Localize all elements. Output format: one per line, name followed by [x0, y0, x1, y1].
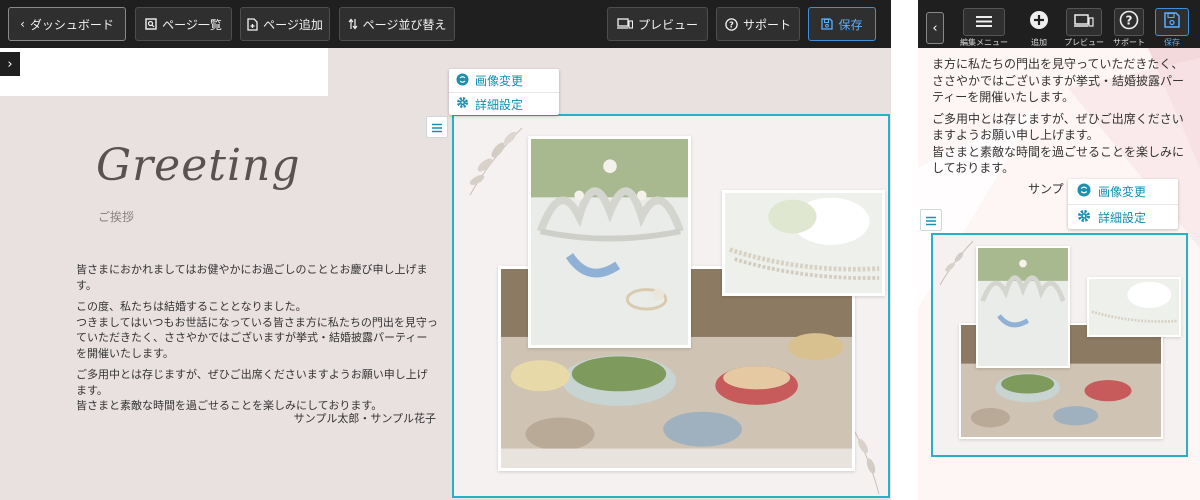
reorder-pages-button[interactable]: ページ並び替え	[339, 7, 455, 41]
page-list-button[interactable]: ページ一覧	[135, 7, 232, 41]
add-page-label: ページ追加	[263, 17, 323, 32]
greeting-signature: サンプル太郎・サンプル花子	[293, 412, 436, 425]
previous-section-edge	[0, 48, 328, 96]
greeting-paragraph: ご多用中とは存じますが、ぜひご出席くださいますようお願い申し上げます。 皆さまと…	[76, 368, 428, 412]
page-search-icon	[145, 18, 157, 30]
change-image-option[interactable]: 画像変更	[449, 69, 559, 92]
svg-text:?: ?	[1126, 14, 1133, 28]
gear-icon	[1077, 209, 1091, 226]
dashboard-button[interactable]: ‹ ダッシュボード	[8, 7, 126, 41]
mobile-edit-menu-button[interactable]	[963, 8, 1005, 36]
swap-image-icon	[456, 73, 469, 89]
greeting-paragraph: この度、私たちは結婚することとなりました。 つきましてはいつもお世話になっている…	[76, 300, 438, 360]
mobile-paragraph: ま方に私たちの門出を見守っていただきたく、ささやかではございますが挙式・結婚披露…	[932, 57, 1185, 104]
greeting-subtitle: ご挨拶	[98, 210, 135, 224]
gear-icon	[456, 96, 469, 112]
greeting-title: Greeting	[96, 140, 301, 191]
chevron-left-icon: ‹	[20, 17, 25, 31]
mobile-detail-settings-option[interactable]: 詳細設定	[1068, 204, 1178, 229]
mobile-greeting-body[interactable]: ま方に私たちの門出を見守っていただきたく、ささやかではございますが挙式・結婚披露…	[932, 56, 1190, 182]
support-button[interactable]: ? サポート	[716, 7, 800, 41]
mobile-preview-button[interactable]	[1066, 8, 1102, 36]
mobile-block-menu-button[interactable]	[920, 209, 942, 231]
greeting-paragraph: 皆さまにおかれましてはお健やかにお過ごしのこととお慶び申し上げます。	[76, 263, 428, 292]
chevron-left-icon: ‹	[932, 20, 938, 36]
hamburger-icon	[925, 211, 937, 230]
change-image-label: 画像変更	[475, 74, 524, 88]
mobile-tiara-photo[interactable]	[976, 246, 1070, 368]
block-menu-button[interactable]	[426, 116, 448, 138]
editor-toolbar: ‹ ダッシュボード ページ一覧 ページ追加 ページ並び替え プレビュー ? サポ…	[0, 0, 891, 48]
mobile-toolbar: ‹ 編集メニュー 追加 プレビュー ? サポート 保存	[918, 0, 1200, 48]
mobile-add-button[interactable]	[1024, 8, 1054, 36]
leaf-decoration	[469, 127, 523, 196]
help-circle-icon: ?	[1119, 10, 1139, 34]
sort-icon	[348, 18, 358, 30]
plus-circle-icon	[1029, 10, 1049, 34]
help-circle-icon: ?	[725, 17, 738, 31]
mobile-change-image-option[interactable]: 画像変更	[1068, 179, 1178, 204]
tiara-photo[interactable]	[528, 136, 691, 348]
mobile-back-button[interactable]: ‹	[926, 12, 944, 44]
preview-button[interactable]: プレビュー	[607, 7, 708, 41]
support-label: サポート	[742, 17, 791, 32]
mobile-paragraph: ご多用中とは存じますが、ぜひご出席くださいますようお願い申し上げます。 皆さまと…	[932, 111, 1185, 176]
save-button[interactable]: 保存	[808, 7, 876, 41]
reorder-label: ページ並び替え	[362, 17, 447, 32]
devices-icon	[1074, 13, 1094, 32]
greeting-body[interactable]: 皆さまにおかれましてはお健やかにお過ごしのこととお慶び申し上げます。 この度、私…	[76, 262, 438, 420]
detail-settings-label: 詳細設定	[475, 97, 524, 112]
devices-icon	[616, 18, 633, 30]
mobile-pearl-necklace-photo[interactable]	[1087, 277, 1181, 337]
add-page-button[interactable]: ページ追加	[240, 7, 330, 41]
mobile-support-button[interactable]: ?	[1114, 8, 1144, 36]
mobile-edit-menu-label: 編集メニュー	[960, 38, 1008, 47]
pearl-necklace-photo[interactable]	[722, 190, 885, 296]
floppy-disk-icon	[821, 18, 834, 30]
chevron-right-icon: ›	[7, 56, 13, 72]
mobile-preview-label: プレビュー	[1064, 38, 1104, 47]
mobile-add-label: 追加	[1031, 38, 1047, 47]
mobile-image-block-selected[interactable]	[931, 233, 1188, 457]
add-file-icon	[247, 17, 258, 31]
mobile-detail-settings-label: 詳細設定	[1098, 210, 1147, 225]
page-list-label: ページ一覧	[162, 17, 222, 32]
svg-text:?: ?	[729, 20, 734, 29]
preview-label: プレビュー	[637, 17, 698, 32]
image-context-menu: 画像変更 詳細設定	[449, 69, 559, 115]
hamburger-icon	[975, 13, 993, 32]
leaf-decoration	[939, 240, 974, 286]
hamburger-icon	[431, 118, 443, 137]
mobile-change-image-label: 画像変更	[1098, 185, 1147, 199]
save-label: 保存	[838, 17, 863, 32]
detail-settings-option[interactable]: 詳細設定	[449, 92, 559, 115]
swap-image-icon	[1077, 183, 1091, 200]
image-block-selected[interactable]	[452, 114, 890, 498]
mobile-save-button[interactable]	[1155, 8, 1189, 36]
mobile-support-label: サポート	[1113, 38, 1145, 47]
dashboard-label: ダッシュボード	[29, 17, 114, 32]
editor-screen: ‹ ダッシュボード ページ一覧 ページ追加 ページ並び替え プレビュー ? サポ…	[0, 0, 1200, 500]
desktop-editor: ‹ ダッシュボード ページ一覧 ページ追加 ページ並び替え プレビュー ? サポ…	[0, 0, 891, 500]
side-panel-toggle[interactable]: ›	[0, 52, 20, 76]
mobile-image-context-menu: 画像変更 詳細設定	[1068, 179, 1178, 229]
mobile-signature: サンプ	[1028, 182, 1064, 196]
floppy-disk-icon	[1164, 12, 1180, 32]
mobile-save-label: 保存	[1164, 38, 1180, 47]
